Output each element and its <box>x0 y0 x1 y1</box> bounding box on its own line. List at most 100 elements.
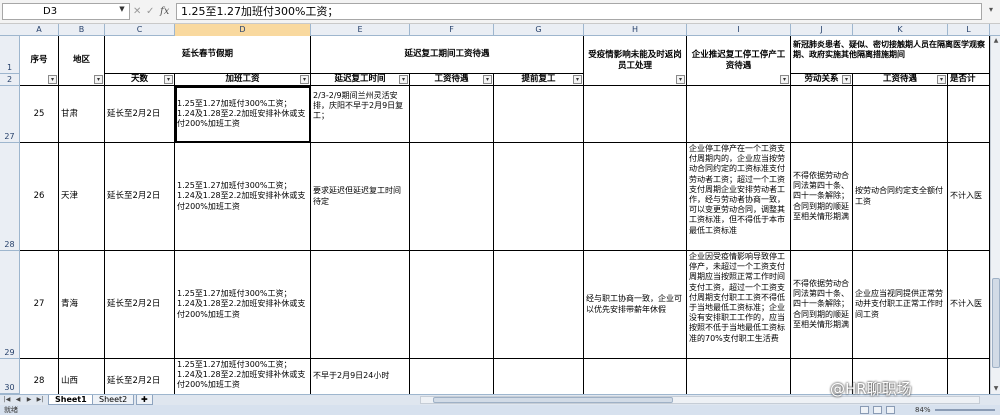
header-delay-group[interactable]: 延迟复工期间工资待遇 <box>311 36 584 74</box>
vertical-scrollbar[interactable]: ▲ ▼ <box>990 36 1000 394</box>
next-sheet-icon[interactable]: ▶ <box>24 395 34 405</box>
table-cell-early[interactable] <box>494 251 584 359</box>
table-cell-epidemic[interactable] <box>584 86 687 143</box>
table-cell-suspend[interactable]: 企业停工停产在一个工资支付周期内的，企业应当按劳动合同约定的工资标准支付劳动者工… <box>687 143 791 251</box>
table-cell-wage[interactable] <box>410 359 494 394</box>
column-header-i[interactable]: I <box>687 24 791 36</box>
table-cell-wage-k[interactable] <box>853 86 948 143</box>
last-sheet-icon[interactable]: ▶| <box>35 395 45 405</box>
header-seq[interactable]: 序号 ▾ <box>20 36 59 86</box>
header-wage-k[interactable]: 工资待遇 ▾ <box>853 74 948 86</box>
filter-button[interactable]: ▾ <box>300 75 309 84</box>
filter-button[interactable]: ▾ <box>94 75 103 84</box>
table-cell-count[interactable]: 不计入医 <box>948 251 990 359</box>
table-cell-days[interactable]: 延长至2月2日 <box>105 359 175 394</box>
table-cell-days[interactable]: 延长至2月2日 <box>105 251 175 359</box>
scroll-up-icon[interactable]: ▲ <box>991 36 1000 46</box>
filter-button[interactable]: ▾ <box>483 75 492 84</box>
column-header-b[interactable]: B <box>59 24 105 36</box>
header-days[interactable]: 天数 ▾ <box>105 74 175 86</box>
table-cell-delay-time[interactable]: 要求延迟但延迟复工时间待定 <box>311 143 410 251</box>
insert-function-button[interactable]: fx <box>160 3 169 20</box>
name-box-dropdown-icon[interactable]: ▼ <box>117 4 127 14</box>
page-break-view-icon[interactable] <box>886 406 895 414</box>
row-header-30[interactable]: 30 <box>0 359 20 394</box>
header-suspend[interactable]: 企业推迟复工停工停产工资待遇 ▾ <box>687 36 791 86</box>
table-cell-epidemic[interactable] <box>584 359 687 394</box>
filter-button[interactable]: ▾ <box>573 75 582 84</box>
table-cell-suspend[interactable]: 企业因受疫情影响导致停工停产，未超过一个工资支付周期应当按照正常工作时间支付工资… <box>687 251 791 359</box>
table-cell-delay-time[interactable] <box>311 251 410 359</box>
table-cell-wage-k[interactable]: 按劳动合同约定支全额付工资 <box>853 143 948 251</box>
table-cell-count[interactable]: 不计入医 <box>948 143 990 251</box>
header-pneumonia-group[interactable]: 新冠肺炎患者、疑似、密切接触期人员在隔离医学观察期、政府实施其他隔离措施期间 <box>791 36 990 74</box>
filter-button[interactable]: ▾ <box>676 75 685 84</box>
table-cell-count[interactable] <box>948 86 990 143</box>
table-cell-wage-k[interactable]: 企业应当视同提供正常劳动并支付职工正常工作时间工资 <box>853 251 948 359</box>
table-cell-delay-time[interactable]: 不早于2月9日24小时 <box>311 359 410 394</box>
filter-button[interactable]: ▾ <box>780 75 789 84</box>
new-sheet-icon[interactable]: ✚ <box>136 395 153 405</box>
header-labor-relation[interactable]: 劳动关系 ▾ <box>791 74 853 86</box>
column-header-f[interactable]: F <box>410 24 494 36</box>
prev-sheet-icon[interactable]: ◀ <box>13 395 23 405</box>
horizontal-scroll-thumb[interactable] <box>433 397 673 403</box>
table-cell-ot-pay[interactable]: 1.25至1.27加班付300%工资；1.24及1.28至2.2加班安排补休或支… <box>175 143 311 251</box>
table-cell-days[interactable]: 延长至2月2日 <box>105 143 175 251</box>
table-cell-early[interactable] <box>494 86 584 143</box>
filter-button[interactable]: ▾ <box>937 75 946 84</box>
zoom-slider[interactable] <box>935 409 995 411</box>
table-cell-region[interactable]: 青海 <box>59 251 105 359</box>
row-header-2[interactable]: 2 <box>0 74 20 86</box>
table-cell-region[interactable]: 山西 <box>59 359 105 394</box>
header-epidemic[interactable]: 受疫情影响未能及时返岗员工处理 ▾ <box>584 36 687 86</box>
table-cell-labor-relation[interactable]: 不得依据劳动合同法第四十条、四十一条解除；合同到期的顺延至相关情形期满 <box>791 143 853 251</box>
header-delay-time[interactable]: 延迟复工时间 ▾ <box>311 74 410 86</box>
table-cell-seq[interactable]: 25 <box>20 86 59 143</box>
first-sheet-icon[interactable]: |◀ <box>2 395 12 405</box>
table-cell-wage[interactable] <box>410 86 494 143</box>
filter-button[interactable]: ▾ <box>48 75 57 84</box>
table-cell-seq[interactable]: 27 <box>20 251 59 359</box>
table-cell-region[interactable]: 甘肃 <box>59 86 105 143</box>
table-cell-early[interactable] <box>494 143 584 251</box>
table-cell-ot-pay-selected[interactable]: 1.25至1.27加班付300%工资；1.24及1.28至2.2加班安排补休或支… <box>175 86 311 143</box>
row-header-29[interactable]: 29 <box>0 251 20 359</box>
table-cell-seq[interactable]: 26 <box>20 143 59 251</box>
row-header-28[interactable]: 28 <box>0 143 20 251</box>
table-cell-delay-time[interactable]: 2/3-2/9期间兰州灵活安排，庆阳不早于2月9日复工； <box>311 86 410 143</box>
header-wage[interactable]: 工资待遇 ▾ <box>410 74 494 86</box>
expand-formula-bar-icon[interactable]: ▾ <box>985 5 997 17</box>
filter-button[interactable]: ▾ <box>399 75 408 84</box>
column-header-j[interactable]: J <box>791 24 853 36</box>
header-early[interactable]: 提前复工 ▾ <box>494 74 584 86</box>
row-header-27[interactable]: 27 <box>0 86 20 143</box>
sheet-tab-sheet2[interactable]: Sheet2 <box>92 395 135 405</box>
column-header-k[interactable]: K <box>853 24 948 36</box>
header-holiday-group[interactable]: 延长春节假期 <box>105 36 311 74</box>
table-cell-suspend[interactable] <box>687 359 791 394</box>
table-cell-wage[interactable] <box>410 251 494 359</box>
column-header-g[interactable]: G <box>494 24 584 36</box>
vertical-scroll-thumb[interactable] <box>992 278 1000 368</box>
column-header-c[interactable]: C <box>105 24 175 36</box>
header-ot-pay[interactable]: 加班工资 ▾ <box>175 74 311 86</box>
table-cell-ot-pay[interactable]: 1.25至1.27加班付300%工资；1.24及1.28至2.2加班安排补休或支… <box>175 251 311 359</box>
name-box[interactable]: D3 <box>2 3 130 20</box>
table-cell-ot-pay[interactable]: 1.25至1.27加班付300%工资；1.24及1.28至2.2加班安排补休或支… <box>175 359 311 394</box>
header-count[interactable]: 是否计 <box>948 74 990 86</box>
column-header-e[interactable]: E <box>311 24 410 36</box>
column-header-h[interactable]: H <box>584 24 687 36</box>
normal-view-icon[interactable] <box>860 406 869 414</box>
cancel-icon[interactable]: ✕ <box>133 3 141 20</box>
zoom-level[interactable]: 84% <box>915 405 931 415</box>
filter-button[interactable]: ▾ <box>164 75 173 84</box>
table-cell-seq[interactable]: 28 <box>20 359 59 394</box>
table-cell-wage[interactable] <box>410 143 494 251</box>
table-cell-labor-relation[interactable]: 不得依据劳动合同法第四十条、四十一条解除；合同到期的顺延至相关情形期满 <box>791 251 853 359</box>
filter-button[interactable]: ▾ <box>842 75 851 84</box>
header-region[interactable]: 地区 ▾ <box>59 36 105 86</box>
table-cell-suspend[interactable] <box>687 86 791 143</box>
row-header-1[interactable]: 1 <box>0 36 20 74</box>
table-cell-epidemic[interactable]: 经与职工协商一致，企业可以优先安排带薪年休假 <box>584 251 687 359</box>
